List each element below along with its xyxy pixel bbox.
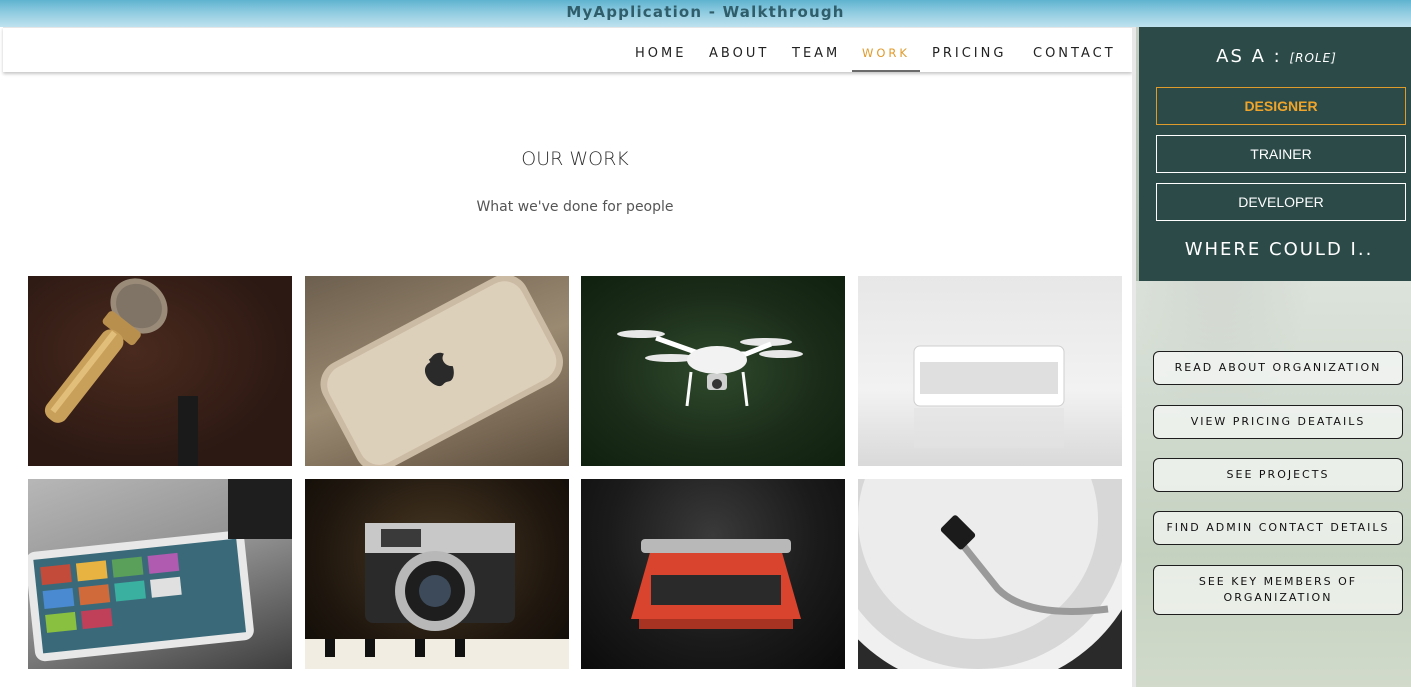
nav-item-work[interactable]: WORK (852, 28, 920, 72)
top-navigation: HOME ABOUT TEAM WORK PRICING CONTACT (3, 27, 1132, 72)
camera-image (305, 523, 569, 669)
work-tile-microphone[interactable] (28, 276, 292, 466)
work-tile-drone[interactable] (581, 276, 845, 466)
window-title: MyApplication - Walkthrough (566, 3, 845, 21)
role-developer-button[interactable]: DEVELOPER (1156, 183, 1406, 221)
nav-item-team[interactable]: TEAM (792, 28, 840, 72)
work-tile-turntable[interactable] (858, 479, 1122, 669)
microphone-image (44, 278, 198, 466)
nav-item-contact[interactable]: CONTACT (1033, 28, 1116, 72)
role-designer-button[interactable]: DESIGNER (1156, 87, 1406, 125)
read-about-organization-button[interactable]: READ ABOUT ORGANIZATION (1153, 351, 1403, 385)
work-tile-tablet[interactable] (28, 479, 292, 669)
window-title-bar: MyApplication - Walkthrough (0, 0, 1411, 27)
section-title: OUR WORK (521, 148, 629, 170)
see-key-members-button[interactable]: SEE KEY MEMBERS OF ORGANIZATION (1153, 565, 1403, 615)
see-projects-button[interactable]: SEE PROJECTS (1153, 458, 1403, 492)
nav-item-pricing[interactable]: PRICING (932, 28, 1006, 72)
work-tile-camera[interactable] (305, 479, 569, 669)
section-subtitle: What we've done for people (476, 199, 674, 215)
typewriter-image (631, 539, 801, 629)
work-tile-speaker[interactable] (858, 276, 1122, 466)
as-a-heading: AS A : [ROLE] (1139, 46, 1411, 67)
smartphone-image (320, 276, 564, 466)
nav-item-home[interactable]: HOME (635, 28, 686, 72)
drone-image (617, 330, 803, 407)
role-placeholder: [ROLE] (1289, 51, 1337, 65)
tablet-laptop-image (28, 479, 292, 662)
role-trainer-button[interactable]: TRAINER (1156, 135, 1406, 173)
where-could-i-heading: WHERE COULD I.. (1184, 239, 1374, 260)
work-tile-smartphone[interactable] (305, 276, 569, 466)
role-selector: AS A : [ROLE] DESIGNER TRAINER DEVELOPER… (1139, 27, 1411, 281)
view-pricing-details-button[interactable]: VIEW PRICING DEATAILS (1153, 405, 1403, 439)
speaker-image (913, 345, 1065, 448)
as-a-label: AS A : (1216, 46, 1282, 67)
nav-item-about[interactable]: ABOUT (709, 28, 769, 72)
turntable-image (858, 479, 1122, 669)
walkthrough-panel: AS A : [ROLE] DESIGNER TRAINER DEVELOPER… (1136, 27, 1411, 687)
main-content: HOME ABOUT TEAM WORK PRICING CONTACT OUR… (0, 27, 1136, 687)
work-tile-typewriter[interactable] (581, 479, 845, 669)
find-admin-contact-details-button[interactable]: FIND ADMIN CONTACT DETAILS (1153, 511, 1403, 545)
